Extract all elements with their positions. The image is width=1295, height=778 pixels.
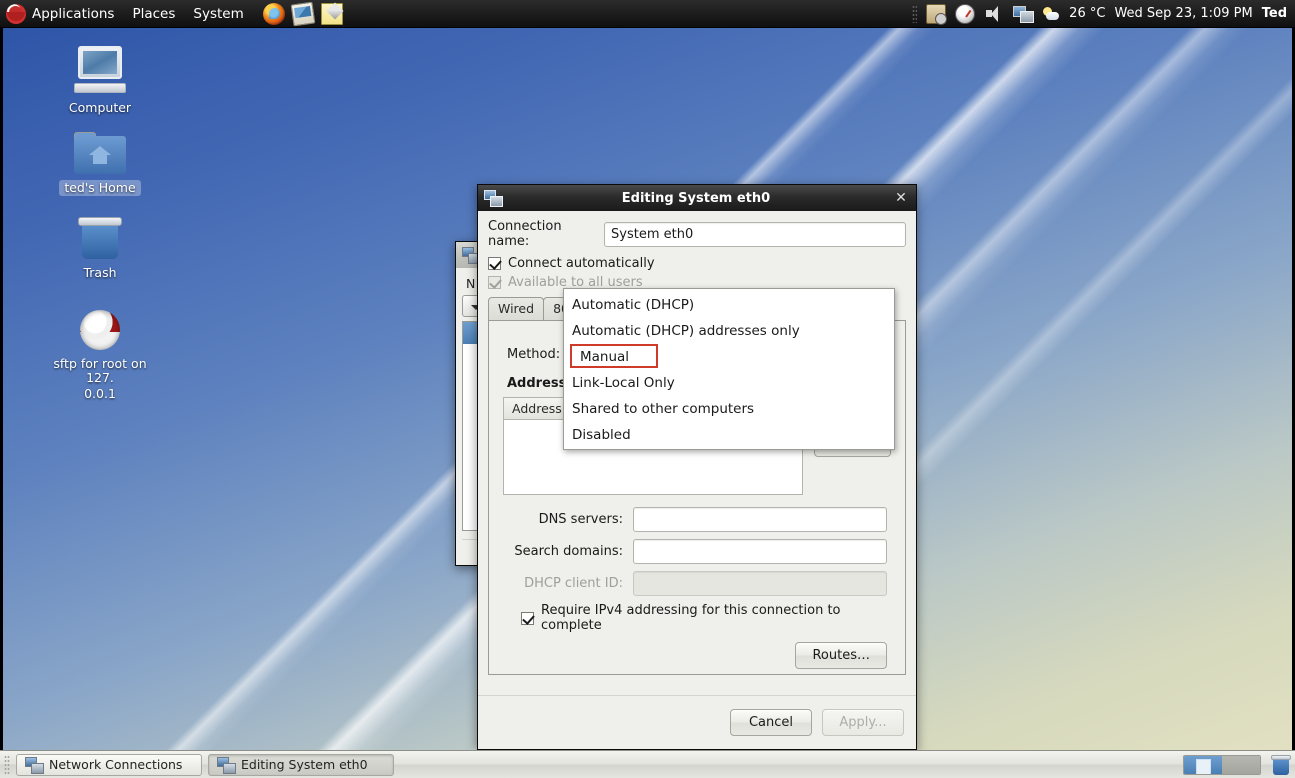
- mail-icon[interactable]: [290, 1, 315, 26]
- network-icon[interactable]: [1013, 4, 1033, 24]
- home-folder-icon: [74, 132, 126, 176]
- menu-system[interactable]: System: [184, 1, 252, 27]
- desktop-icon-sftp-label-line2: 0.0.1: [79, 386, 121, 402]
- desktop-icon-home-label: ted's Home: [59, 180, 140, 196]
- desktop-icon-computer[interactable]: Computer: [45, 46, 155, 116]
- notes-icon[interactable]: [321, 3, 343, 25]
- desktop-icon-home[interactable]: ted's Home: [45, 132, 155, 196]
- connection-name-row: Connection name: System eth0: [488, 219, 906, 249]
- workspace-2[interactable]: [1222, 756, 1260, 774]
- search-domains-input[interactable]: [633, 539, 887, 564]
- taskbar-grip: [4, 755, 10, 775]
- routes-row: Routes…: [503, 642, 887, 669]
- notification-tray: 26 °C Wed Sep 23, 1:09 PM Ted: [912, 4, 1295, 24]
- routes-button[interactable]: Routes…: [795, 642, 887, 669]
- dhcp-client-id-label: DHCP client ID:: [503, 576, 633, 591]
- dialog-action-bar: Cancel Apply...: [478, 695, 916, 749]
- menu-places[interactable]: Places: [123, 1, 184, 27]
- software-updates-icon[interactable]: [926, 4, 946, 24]
- task-network-connections[interactable]: Network Connections: [16, 754, 202, 776]
- method-option-link-local-only[interactable]: Link-Local Only: [564, 370, 894, 396]
- temperature-label: 26 °C: [1069, 6, 1105, 21]
- network-connections-icon: [484, 190, 502, 206]
- sftp-mount-icon: [78, 308, 122, 352]
- user-menu-label[interactable]: Ted: [1262, 6, 1293, 21]
- dhcp-client-id-row: DHCP client ID:: [503, 571, 891, 596]
- search-domains-row: Search domains:: [503, 539, 891, 564]
- panel-menubar: Applications Places System: [0, 0, 253, 27]
- taskbar-trash-icon[interactable]: [1271, 754, 1291, 776]
- connect-automatically-checkbox[interactable]: [488, 257, 501, 270]
- panel-launchers: [263, 3, 343, 25]
- search-domains-label: Search domains:: [503, 544, 633, 559]
- task-editing-system-eth0-label: Editing System eth0: [241, 757, 368, 772]
- network-connections-icon: [25, 757, 43, 773]
- dns-servers-label: DNS servers:: [503, 512, 633, 527]
- method-option-manual[interactable]: Manual: [570, 344, 658, 368]
- method-label: Method:: [507, 347, 560, 362]
- top-panel: Applications Places System 26 °C Wed Sep…: [0, 0, 1295, 28]
- method-option-disabled[interactable]: Disabled: [564, 422, 894, 448]
- desktop-icon-trash-label: Trash: [78, 265, 121, 281]
- apply-button: Apply...: [822, 709, 904, 736]
- gauge-icon[interactable]: [955, 4, 975, 24]
- menu-applications[interactable]: Applications: [28, 1, 123, 27]
- partly-cloudy-icon: [1042, 6, 1060, 22]
- dns-servers-row: DNS servers:: [503, 507, 891, 532]
- task-network-connections-label: Network Connections: [49, 757, 182, 772]
- workspace-switcher[interactable]: [1183, 755, 1261, 775]
- connection-name-input[interactable]: System eth0: [604, 222, 906, 247]
- screen: Applications Places System 26 °C Wed Sep…: [0, 0, 1295, 778]
- desktop-icon-trash[interactable]: Trash: [45, 213, 155, 281]
- desktop-icon-sftp-label-line1: sftp for root on 127.: [45, 356, 155, 386]
- task-editing-system-eth0[interactable]: Editing System eth0: [208, 754, 394, 776]
- require-ipv4-checkbox[interactable]: [521, 612, 534, 625]
- firefox-icon[interactable]: [263, 3, 285, 25]
- method-option-automatic-dhcp[interactable]: Automatic (DHCP): [564, 292, 894, 318]
- editing-connection-dialog[interactable]: Editing System eth0 ✕ Connection name: S…: [477, 184, 917, 750]
- computer-icon: [72, 46, 128, 96]
- dialog-titlebar[interactable]: Editing System eth0 ✕: [478, 185, 916, 211]
- available-to-all-users-checkbox: [488, 276, 501, 289]
- clock-label[interactable]: Wed Sep 23, 1:09 PM: [1114, 6, 1252, 21]
- dns-servers-input[interactable]: [633, 507, 887, 532]
- require-ipv4-label: Require IPv4 addressing for this connect…: [541, 603, 891, 633]
- connection-name-label: Connection name:: [488, 219, 604, 249]
- network-connections-icon: [217, 757, 235, 773]
- method-dropdown-menu[interactable]: Automatic (DHCP) Automatic (DHCP) addres…: [563, 288, 895, 450]
- method-option-automatic-dhcp-addresses-only[interactable]: Automatic (DHCP) addresses only: [564, 318, 894, 344]
- close-icon[interactable]: ✕: [890, 190, 912, 206]
- dialog-title: Editing System eth0: [502, 191, 890, 206]
- cancel-button[interactable]: Cancel: [730, 709, 812, 736]
- workspace-1[interactable]: [1184, 756, 1222, 774]
- dhcp-client-id-input: [633, 571, 887, 596]
- connect-automatically-row[interactable]: Connect automatically: [488, 256, 906, 271]
- taskbar: Network Connections Editing System eth0: [0, 750, 1295, 778]
- method-option-manual-row[interactable]: Manual: [564, 344, 894, 370]
- trash-icon: [78, 213, 122, 261]
- speaker-icon[interactable]: [984, 4, 1004, 24]
- red-hat-logo-icon[interactable]: [6, 4, 26, 24]
- desktop-icon-computer-label: Computer: [64, 100, 136, 116]
- tab-wired[interactable]: Wired: [488, 297, 544, 320]
- desktop-icon-sftp-mount[interactable]: sftp for root on 127. 0.0.1: [45, 308, 155, 402]
- tray-grip: [912, 5, 917, 23]
- method-option-shared-to-other-computers[interactable]: Shared to other computers: [564, 396, 894, 422]
- connect-automatically-label: Connect automatically: [508, 256, 655, 271]
- require-ipv4-row[interactable]: Require IPv4 addressing for this connect…: [521, 603, 891, 633]
